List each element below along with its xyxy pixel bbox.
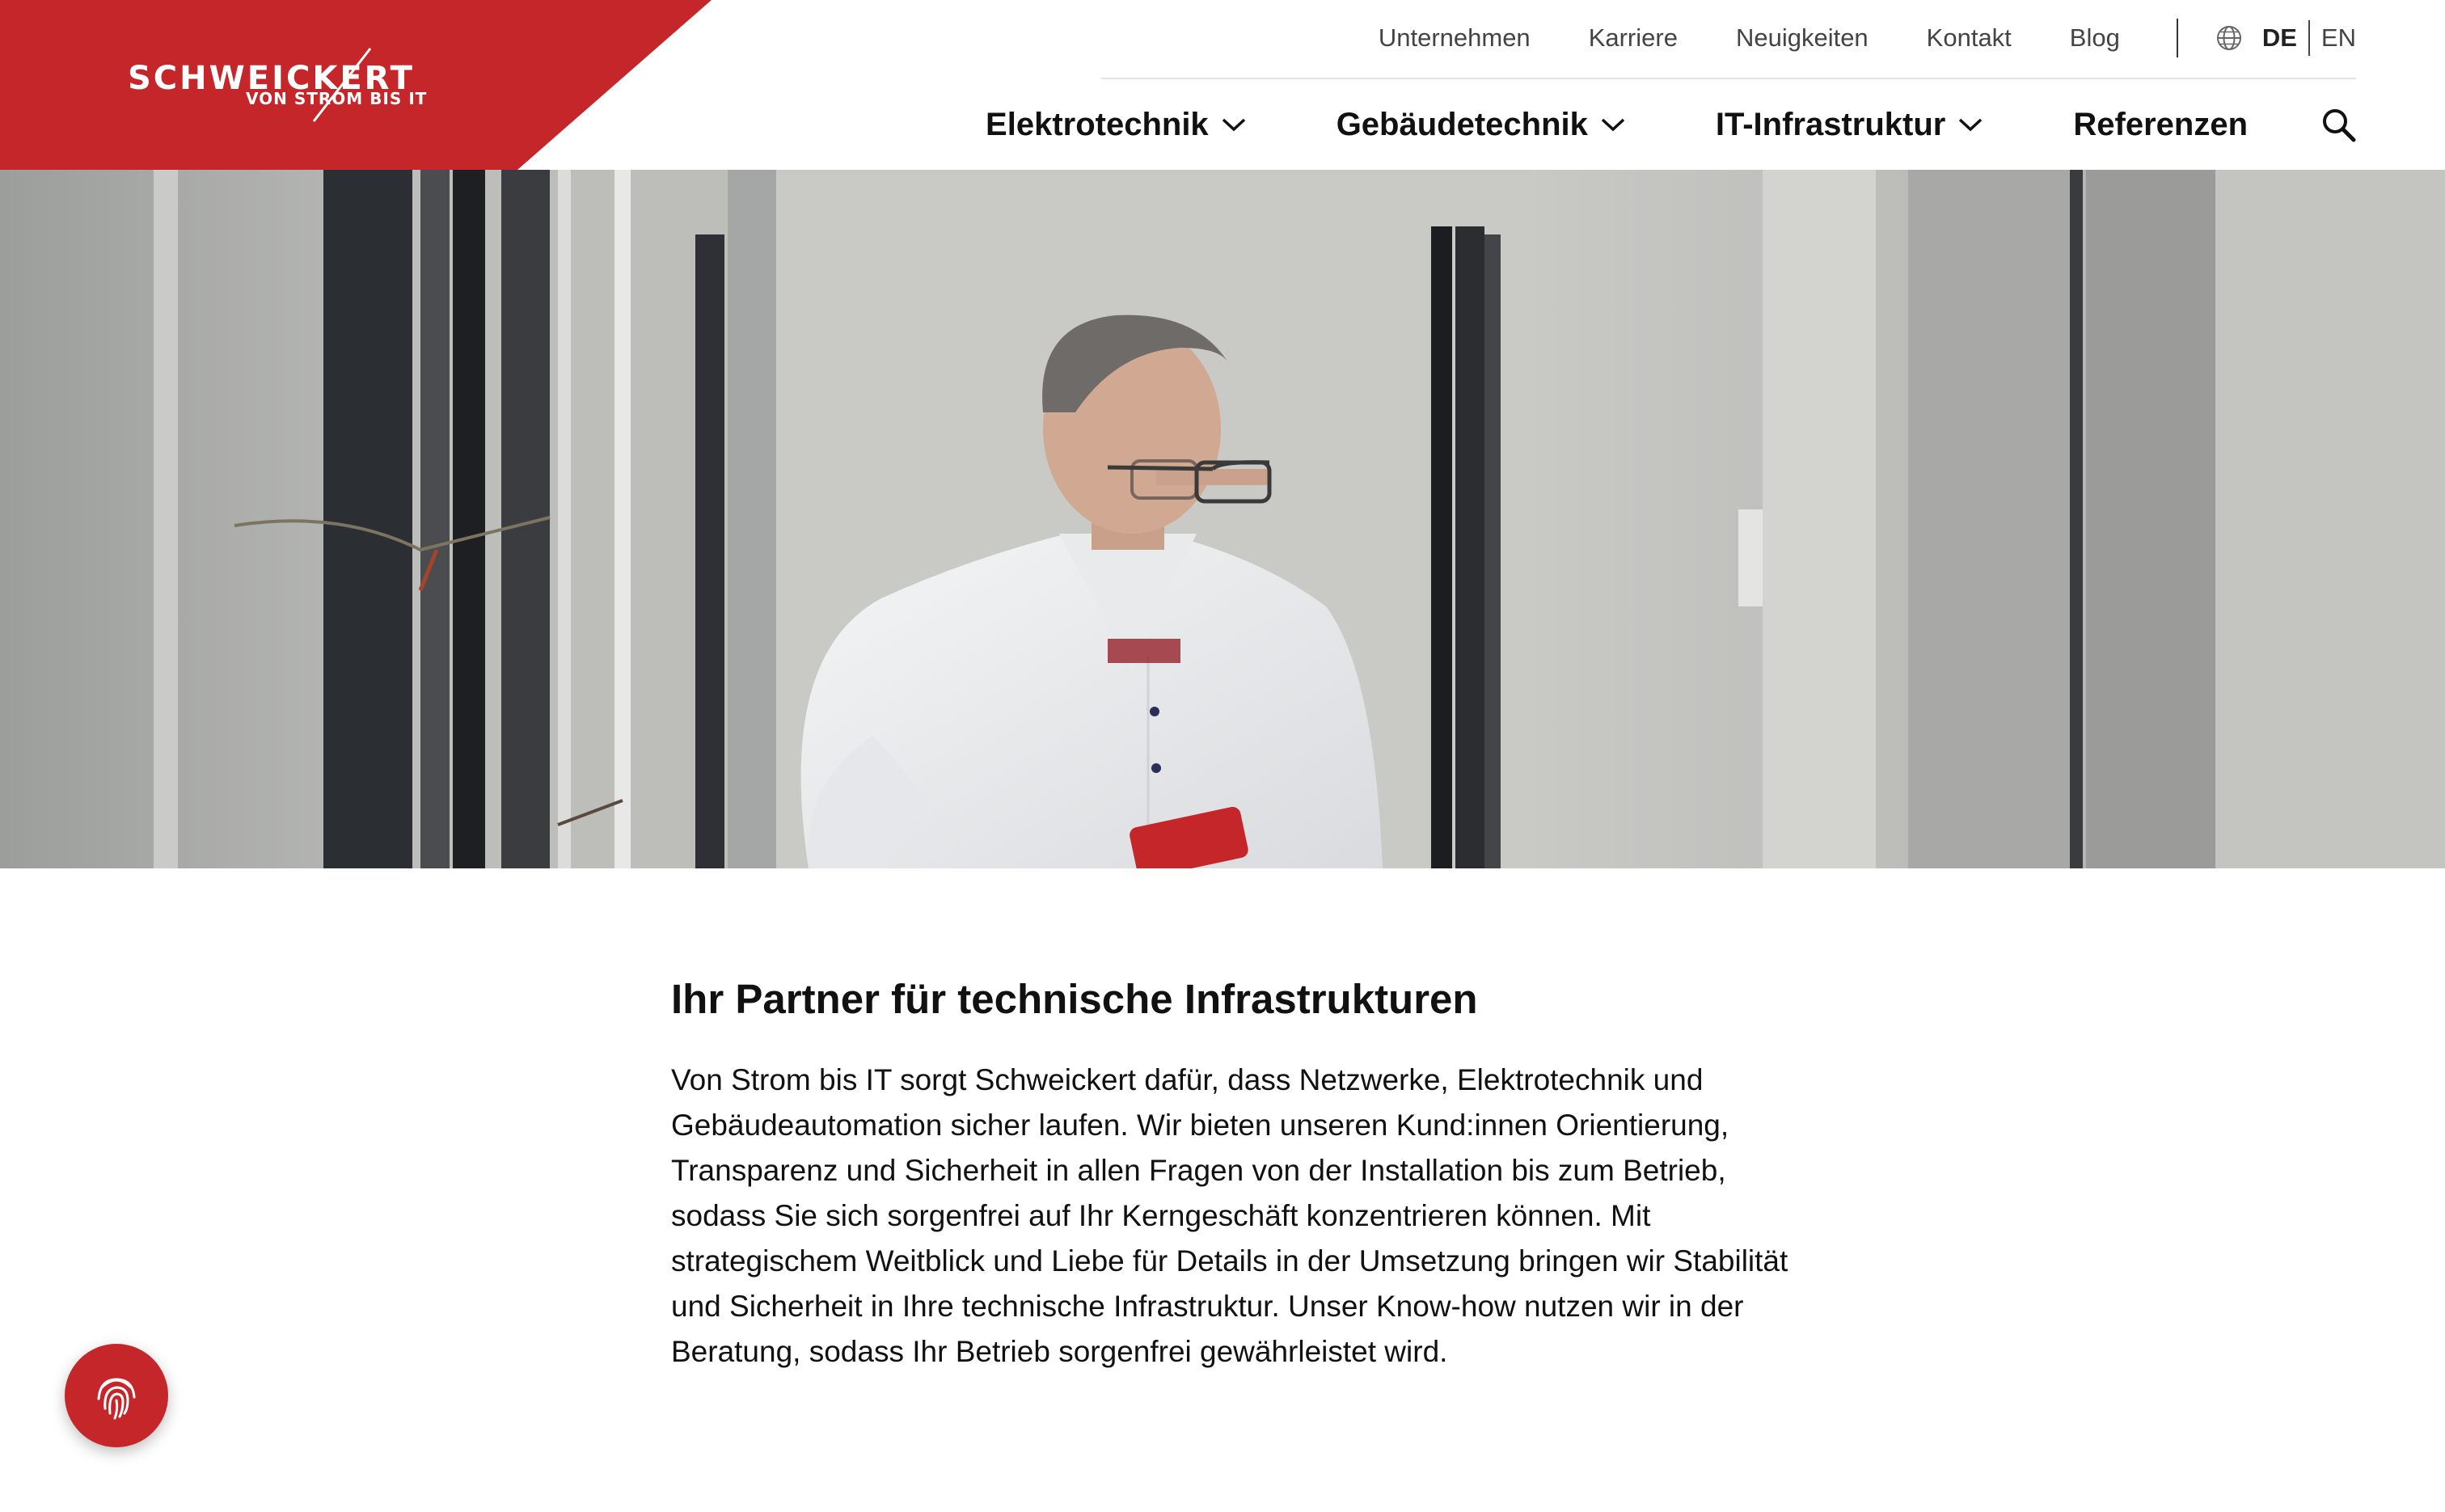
utility-nav: Unternehmen Karriere Neuigkeiten Kontakt…	[1379, 18, 2356, 58]
chevron-down-icon	[1959, 118, 1983, 132]
mainnav-label: Elektrotechnik	[986, 106, 1209, 142]
language-de[interactable]: DE	[2262, 23, 2297, 53]
mainnav-gebaeudetechnik[interactable]: Gebäudetechnik	[1337, 107, 1627, 143]
language-en[interactable]: EN	[2321, 23, 2356, 53]
topnav-karriere[interactable]: Karriere	[1589, 23, 1678, 53]
chevron-down-icon	[1222, 118, 1245, 132]
cookie-settings-button[interactable]	[65, 1344, 168, 1447]
fingerprint-icon	[97, 1378, 136, 1420]
site-header: SCHWEICKERT VON STROM BIS IT Unternehmen…	[0, 0, 2445, 170]
topnav-neuigkeiten[interactable]: Neuigkeiten	[1736, 23, 1869, 53]
topnav-kontakt[interactable]: Kontakt	[1927, 23, 2012, 53]
logo[interactable]: SCHWEICKERT VON STROM BIS IT	[128, 44, 443, 125]
main-nav: Elektrotechnik Gebäudetechnik IT-Infrast…	[986, 100, 2356, 149]
intro-body: Von Strom bis IT sorgt Schweickert dafür…	[671, 1063, 1788, 1368]
mainnav-label: Referenzen	[2073, 106, 2248, 142]
search-icon[interactable]	[2320, 107, 2356, 142]
topnav-unternehmen[interactable]: Unternehmen	[1379, 23, 1531, 53]
globe-icon	[2216, 26, 2241, 50]
intro-section: Ihr Partner für technische Infrastruktur…	[671, 970, 1803, 1375]
language-separator	[2308, 20, 2310, 56]
hero-illustration	[0, 170, 2445, 868]
mainnav-referenzen[interactable]: Referenzen	[2073, 107, 2248, 143]
header-divider	[1101, 78, 2356, 79]
language-divider	[2176, 19, 2178, 57]
hero-photo	[0, 170, 2445, 868]
logo-tagline: VON STROM BIS IT	[246, 89, 428, 108]
mainnav-label: Gebäudetechnik	[1336, 106, 1588, 142]
mainnav-elektrotechnik[interactable]: Elektrotechnik	[986, 107, 1248, 143]
mainnav-label: IT-Infrastruktur	[1715, 106, 1946, 142]
intro-heading: Ihr Partner für technische Infrastruktur…	[671, 976, 1478, 1022]
mainnav-it-infrastruktur[interactable]: IT-Infrastruktur	[1716, 107, 1984, 143]
topnav-blog[interactable]: Blog	[2070, 23, 2120, 53]
chevron-down-icon	[1601, 118, 1625, 132]
